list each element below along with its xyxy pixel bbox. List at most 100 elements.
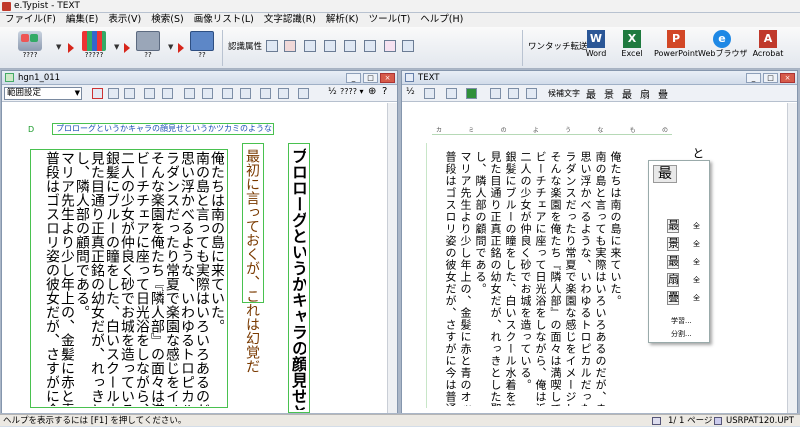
scan-image: D プロローグというかキャラの顔見せというかツカミのようなもの プロローグという…	[2, 103, 387, 413]
help-icon[interactable]: ?	[382, 86, 387, 97]
bulb-icon[interactable]	[298, 88, 309, 99]
candidate-item[interactable]: 最全	[667, 219, 707, 233]
deskew-icon[interactable]	[222, 88, 233, 99]
text-line: 普段はゴスロリ姿の彼女だが、さすがに今は普通の―	[45, 151, 59, 406]
layout-dropdown-icon[interactable]: ▼	[114, 43, 119, 51]
hand-icon[interactable]	[278, 88, 289, 99]
candidate-item[interactable]: 最全	[667, 255, 707, 269]
check-icon[interactable]	[526, 88, 537, 99]
undo-icon[interactable]	[202, 88, 213, 99]
recognize-button[interactable]: ??	[130, 30, 166, 64]
candidate-glyph[interactable]: 疊	[658, 86, 668, 101]
text-window: TEXT _ □ × ½ 候補文字 最 景 最 扇 疊 カミのようなもの 俺たち…	[401, 70, 798, 413]
menu-help[interactable]: ヘルプ(H)	[415, 13, 468, 27]
recog-attr-label: 認識属性	[228, 42, 263, 52]
menu-image-list[interactable]: 画像リスト(L)	[189, 13, 259, 27]
menu-tools[interactable]: ツール(T)	[364, 13, 416, 27]
zoom-icon[interactable]: ⊕	[368, 86, 376, 97]
powerpoint-icon: P	[667, 30, 685, 48]
acrobat-icon: A	[759, 30, 777, 48]
area-split-icon[interactable]	[162, 88, 173, 99]
selected-candidate[interactable]: 最	[653, 165, 677, 183]
table-icon[interactable]	[364, 40, 376, 52]
close-button[interactable]: ×	[380, 73, 395, 83]
learn-menu-item[interactable]: 学習...	[671, 316, 692, 326]
vertical-scrollbar[interactable]	[787, 103, 797, 413]
next-arrow-icon	[68, 43, 74, 53]
scan-button[interactable]: ????	[12, 30, 48, 64]
area-image-icon[interactable]	[124, 88, 135, 99]
horizontal-text-area[interactable]: プロローグというかキャラの顔見せというかツカミのようなもの	[52, 123, 274, 135]
area-select-icon[interactable]	[92, 88, 103, 99]
excel-button[interactable]: X Excel	[608, 30, 656, 66]
vertical-scrollbar[interactable]	[387, 103, 397, 413]
powerpoint-button[interactable]: P PowerPoint	[652, 30, 700, 66]
acrobat-button[interactable]: A Acrobat	[744, 30, 792, 66]
menu-edit[interactable]: 編集(E)	[61, 13, 103, 27]
area-table-icon[interactable]	[144, 88, 155, 99]
page-fraction: ½	[406, 87, 415, 97]
maximize-button[interactable]: □	[763, 73, 778, 83]
save-button[interactable]: ??	[184, 30, 220, 64]
text-line: 銀髪にブルーの瞳をした、白いスクール水着を着た十	[105, 151, 119, 406]
app-icon	[2, 2, 11, 11]
menu-search[interactable]: 検索(S)	[146, 13, 188, 27]
layout-button[interactable]: ?????	[76, 30, 112, 64]
crop-icon[interactable]	[240, 88, 251, 99]
list-icon[interactable]	[324, 40, 336, 52]
recognize-dropdown-icon[interactable]: ▼	[168, 43, 173, 51]
text-line: 思い浮かべるような、いわゆるトロピカルだったり綺麗	[180, 151, 194, 406]
web-browser-button[interactable]: e Webブラウザ	[698, 30, 747, 66]
excel-icon: X	[623, 30, 641, 48]
gear-icon[interactable]	[508, 88, 519, 99]
font-icon[interactable]	[260, 88, 271, 99]
text-line: 俺たちは南の島に来ていた。	[210, 151, 224, 333]
recognize-icon	[136, 31, 160, 51]
green-marker-icon[interactable]	[466, 88, 477, 99]
rotate-icon[interactable]	[184, 88, 195, 99]
close-button[interactable]: ×	[780, 73, 795, 83]
range-setting-select[interactable]: 範囲設定 ▼	[4, 87, 82, 100]
horizontal-text-icon[interactable]	[266, 40, 278, 52]
menu-recognition[interactable]: 文字認識(R)	[259, 13, 321, 27]
text-margin-line	[426, 143, 427, 408]
image-window-toolbar: 範囲設定 ▼ ½ ???? ▾ ⊕ ?	[2, 85, 397, 102]
font-color-icon[interactable]	[284, 40, 296, 52]
text-line: し、隣人部の顧問である。	[75, 151, 89, 319]
search-icon[interactable]	[424, 88, 435, 99]
align-icon[interactable]	[304, 40, 316, 52]
candidate-item[interactable]: 扇全	[667, 273, 707, 287]
boxed-line-text: 最初に言っておくが、これは幻覚だ	[244, 149, 260, 373]
chart-icon[interactable]	[384, 40, 396, 52]
candidate-item[interactable]: 景全	[667, 237, 707, 251]
text-line: 二人の少女が仲良く砂でお城を造っている。	[520, 151, 531, 391]
menu-bar: ファイル(F) 編集(E) 表示(V) 検索(S) 画像リスト(L) 文字認識(…	[0, 13, 800, 27]
text-color-icon[interactable]	[446, 88, 457, 99]
text-line: 普段はゴスロリ姿の彼女だが、さすがに今は普通の―	[445, 151, 456, 406]
text-editor[interactable]: カミのようなもの というツカ 俺たちは南の島に来ていた。 南の島と言っても実際は…	[402, 103, 787, 413]
candidate-glyph[interactable]: 扇	[640, 86, 650, 101]
zoom-select[interactable]: ???? ▾	[340, 87, 364, 96]
ruby-icon[interactable]	[402, 40, 414, 52]
toolbar-separator	[522, 30, 523, 66]
split-menu-item[interactable]: 分割...	[671, 329, 692, 339]
maximize-button[interactable]: □	[363, 73, 378, 83]
scan-dropdown-icon[interactable]: ▼	[56, 43, 61, 51]
candidate-item[interactable]: 疊全	[667, 291, 707, 305]
find-icon[interactable]	[490, 88, 501, 99]
save-icon	[190, 31, 214, 51]
main-toolbar: ???? ▼ ????? ▼ ?? ▼ ?? 認識属性 ワンタッチ転送 W Wo…	[0, 27, 800, 69]
candidate-glyph[interactable]: 景	[604, 86, 614, 101]
candidate-glyph[interactable]: 最	[586, 86, 596, 101]
menu-view[interactable]: 表示(V)	[103, 13, 146, 27]
pattern-file: USRPAT120.UPT	[726, 416, 794, 426]
minimize-button[interactable]: _	[746, 73, 761, 83]
area-text-icon[interactable]	[108, 88, 119, 99]
candidate-glyph[interactable]: 最	[622, 86, 632, 101]
title-bar: e.Typist - TEXT	[0, 0, 800, 13]
menu-file[interactable]: ファイル(F)	[0, 13, 61, 27]
status-help-text: ヘルプを表示するには [F1] を押してください。	[3, 416, 187, 426]
column-icon[interactable]	[344, 40, 356, 52]
menu-analysis[interactable]: 解析(K)	[321, 13, 364, 27]
minimize-button[interactable]: _	[346, 73, 361, 83]
